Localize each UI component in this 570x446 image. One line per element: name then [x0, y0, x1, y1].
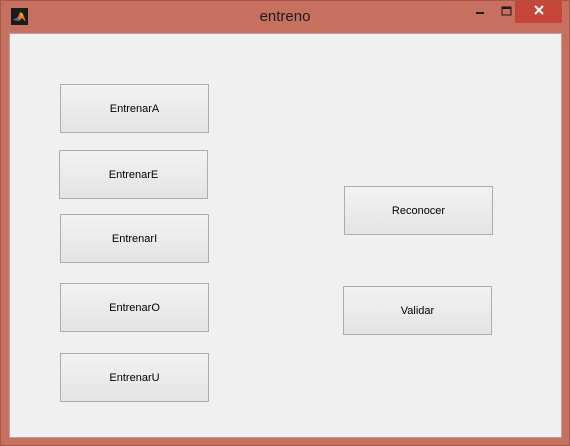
title-bar[interactable]: entreno: [1, 1, 569, 32]
maximize-icon: [501, 3, 512, 21]
entrenar-a-button[interactable]: EntrenarA: [60, 84, 209, 133]
minimize-button[interactable]: [467, 1, 493, 23]
reconocer-button[interactable]: Reconocer: [344, 186, 493, 235]
close-icon: [533, 3, 545, 21]
entrenar-i-button[interactable]: EntrenarI: [60, 214, 209, 263]
figure-content-area: EntrenarA EntrenarE EntrenarI EntrenarO …: [9, 33, 562, 438]
minimize-icon: [475, 3, 485, 21]
close-button[interactable]: [515, 1, 562, 23]
figure-window: entreno EntrenarA EntrenarE EntrenarI En…: [0, 0, 570, 446]
entrenar-u-button[interactable]: EntrenarU: [60, 353, 209, 402]
validar-button[interactable]: Validar: [343, 286, 492, 335]
entrenar-o-button[interactable]: EntrenarO: [60, 283, 209, 332]
entrenar-e-button[interactable]: EntrenarE: [59, 150, 208, 199]
